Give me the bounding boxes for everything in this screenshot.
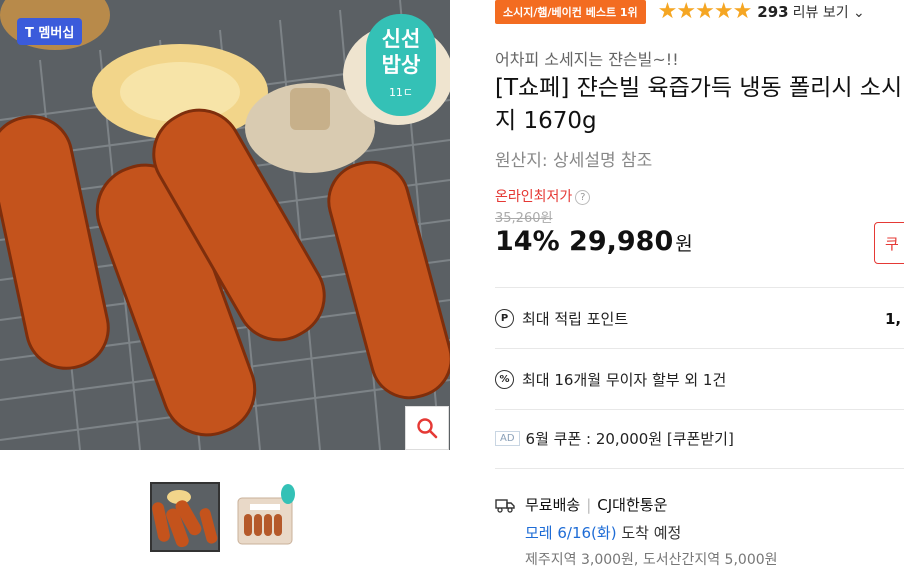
thumbnail-1[interactable] — [150, 482, 220, 552]
point-icon: P — [495, 309, 514, 328]
zoom-button[interactable] — [405, 406, 449, 450]
lowest-price-label: 온라인최저가? — [495, 186, 591, 206]
installment-row[interactable]: % 최대 16개월 무이자 할부 외 1건 — [495, 369, 726, 390]
arrival-date: 모레 6/16(화) — [525, 524, 617, 542]
fresh-badge-line2: 밥상 — [381, 53, 421, 77]
best-rank-badge[interactable]: 소시지/햄/베이컨 베스트 1위 — [495, 0, 646, 24]
thumbnail-sausage-image — [152, 484, 218, 550]
tmember-badge: T 멤버십 — [17, 18, 83, 45]
divider — [495, 409, 904, 410]
fresh-table-badge: 신선 밥상 11ㄷ — [366, 14, 436, 116]
divider — [495, 348, 904, 349]
separator: | — [586, 495, 592, 514]
price-currency: 원 — [675, 233, 693, 255]
truck-icon — [495, 498, 515, 513]
points-value: 1, — [885, 310, 902, 328]
sale-price: 14% 29,980 원 — [495, 226, 693, 257]
divider — [495, 468, 904, 469]
product-subtitle: 어차피 소세지는 쟌슨빌~!! — [495, 50, 679, 69]
review-link[interactable]: 리뷰 보기 ⌄ — [793, 2, 865, 22]
product-title: [T쇼페] 쟌슨빌 육즙가득 냉동 폴리시 소시지 1670g — [495, 75, 903, 134]
thumbnail-2[interactable] — [232, 482, 302, 552]
free-shipping-label: 무료배송 — [525, 496, 581, 514]
coupon-row[interactable]: AD 6월 쿠폰 : 20,000원 [쿠폰받기] — [495, 428, 734, 449]
shipping-row: 무료배송 | CJ대한통운 — [495, 494, 667, 515]
extra-shipping-fee: 제주지역 3,000원, 도서산간지역 5,000원 — [525, 552, 778, 568]
ad-tag: AD — [495, 431, 520, 446]
magnifier-icon — [417, 418, 438, 439]
divider — [495, 287, 904, 288]
fresh-badge-line1: 신선 — [381, 27, 421, 51]
installment-text: 최대 16개월 무이자 할부 외 1건 — [522, 371, 727, 389]
product-main-image[interactable]: T 멤버십 신선 밥상 11ㄷ — [0, 0, 450, 450]
points-label: 최대 적립 포인트 — [522, 310, 629, 328]
help-icon[interactable]: ? — [575, 190, 591, 205]
coupon-button[interactable]: 쿠 — [874, 222, 904, 264]
rating-stars: ★★★★★ — [657, 0, 753, 24]
arrival-suffix: 도착 예정 — [621, 524, 682, 542]
arrival-estimate: 모레 6/16(화) 도착 예정 — [525, 522, 681, 543]
original-price: 35,260원 — [495, 211, 553, 226]
top-line: 소시지/햄/베이컨 베스트 1위 ★★★★★ 293 리뷰 보기 ⌄ — [495, 0, 865, 24]
fresh-badge-line3: 11ㄷ — [388, 86, 414, 99]
thumbnail-list — [150, 482, 302, 552]
discount-rate: 14% — [495, 226, 560, 257]
review-count: 293 — [757, 3, 789, 21]
price-value: 29,980 — [569, 226, 674, 257]
product-info-panel: 소시지/햄/베이컨 베스트 1위 ★★★★★ 293 리뷰 보기 ⌄ 어차피 소… — [495, 0, 904, 575]
points-row: P 최대 적립 포인트 — [495, 308, 628, 329]
origin-info: 원산지: 상세설명 참조 — [495, 151, 653, 171]
coupon-text: 6월 쿠폰 : 20,000원 [쿠폰받기] — [525, 430, 734, 448]
thumbnail-package-image — [232, 482, 302, 552]
lowest-price-text: 온라인최저가 — [495, 189, 573, 205]
carrier-name: CJ대한통운 — [597, 496, 668, 514]
percent-icon: % — [495, 370, 514, 389]
